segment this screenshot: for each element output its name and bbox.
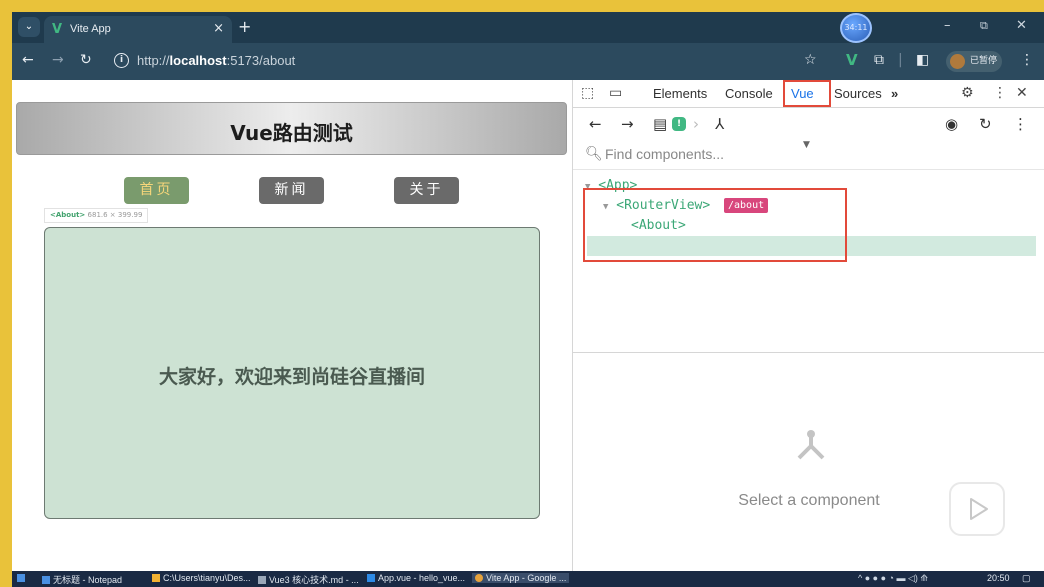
gear-icon[interactable]: ⚙ (961, 85, 974, 101)
taskbar-item-label: C:\Users\tianyu\Des... (163, 573, 251, 583)
windows-icon (17, 574, 25, 582)
vue-devtools-toolbar: ← → ▤ ! › ⅄ ◉ ↻ ⋮ (573, 108, 1044, 140)
taskbar-item-chrome[interactable]: Vite App - Google ... (472, 573, 570, 583)
title-bar: ⌄ V Vite App × + 34:11 – ⧉ ✕ (12, 12, 1044, 43)
tab-title: Vite App (70, 23, 111, 35)
taskbar-item-label: App.vue - hello_vue... (378, 573, 466, 583)
play-overlay-icon[interactable] (949, 482, 1005, 536)
start-button[interactable] (17, 573, 28, 583)
taskbar-item-label: Vite App - Google ... (486, 573, 567, 583)
back-icon[interactable]: ← (22, 52, 34, 68)
tab-close-icon[interactable]: × (213, 21, 224, 36)
component-tree-icon[interactable]: ⅄ (715, 115, 724, 133)
more-tabs-icon[interactable]: » (891, 86, 898, 101)
devtools-panel: ⬚ ▭ Elements Console Vue Sources » ⚙ ⋮ ✕… (572, 80, 1044, 571)
browser-toolbar: ← → ↻ i http://localhost:5173/about ☆ V … (12, 43, 1044, 80)
forward-icon[interactable]: → (621, 115, 634, 133)
taskbar-item-notepad[interactable]: 无标题 - Notepad (42, 573, 122, 586)
maximize-button[interactable]: ⧉ (980, 19, 988, 33)
close-window-button[interactable]: ✕ (1016, 18, 1027, 33)
search-icon: 🔍︎ (585, 146, 603, 162)
component-inspector-label: <About> 681.6 × 399.99 (44, 208, 149, 223)
tree-annotation-box (583, 188, 847, 262)
browser-window: ⌄ V Vite App × + 34:11 – ⧉ ✕ ← → ↻ i htt… (12, 12, 1044, 587)
components-view-icon[interactable]: ▤ (653, 115, 667, 133)
avatar (950, 54, 965, 69)
taskbar-item-markdown[interactable]: Vue3 核心技术.md - ... (258, 573, 359, 586)
about-message: 大家好，欢迎来到尚硅谷直播间 (158, 366, 425, 388)
about-view: 大家好，欢迎来到尚硅谷直播间 (44, 227, 540, 519)
info-icon[interactable]: i (114, 53, 129, 68)
url-prefix: http:// (137, 53, 170, 68)
chevron-right-icon: › (693, 115, 699, 133)
search-input[interactable] (605, 146, 905, 162)
menu-icon[interactable]: ⋮ (1020, 52, 1034, 68)
url-path: :5173/about (226, 53, 296, 68)
more-options-icon[interactable]: ⋮ (1013, 115, 1028, 133)
minimize-button[interactable]: – (944, 18, 951, 33)
os-taskbar: 无标题 - Notepad C:\Users\tianyu\Des... Vue… (12, 571, 1044, 587)
profile-label: 已暂停 (970, 56, 998, 66)
reload-icon[interactable]: ↻ (80, 52, 92, 68)
refresh-icon[interactable]: ↻ (979, 115, 992, 133)
device-toolbar-icon[interactable]: ▭ (609, 85, 622, 101)
tab-search-icon[interactable]: ⌄ (18, 17, 40, 37)
folder-icon (152, 574, 160, 582)
vue-tab-highlight (783, 80, 831, 107)
new-tab-button[interactable]: + (238, 17, 251, 36)
page-header: Vue路由测试 (16, 102, 567, 155)
back-icon[interactable]: ← (589, 115, 602, 133)
star-icon[interactable]: ☆ (804, 52, 817, 68)
pane-divider[interactable] (573, 352, 1044, 353)
component-label-size: 681.6 × 399.99 (87, 211, 143, 219)
notepad-icon (42, 576, 50, 584)
component-search: 🔍︎ ▼ (573, 140, 1044, 170)
profile-button[interactable]: 已暂停 (946, 51, 1002, 72)
tab-sources[interactable]: Sources (834, 86, 882, 101)
forward-icon[interactable]: → (52, 52, 64, 68)
chevron-down-icon[interactable]: ▼ (803, 140, 810, 150)
system-tray-icons[interactable]: ^ ● ● ● ◔ ▬ ◁) ⟰ (858, 573, 928, 584)
close-devtools-icon[interactable]: ✕ (1016, 85, 1028, 101)
component-label-name: <About> (50, 211, 86, 219)
nav-link-home[interactable]: 首页 (124, 177, 189, 204)
taskbar-item-label: Vue3 核心技术.md - ... (269, 575, 359, 585)
nav-link-news[interactable]: 新闻 (259, 177, 324, 204)
page-content: Vue路由测试 首页 新闻 关于 <About> 681.6 × 399.99 … (12, 80, 572, 571)
browser-tab[interactable]: V Vite App × (44, 16, 232, 43)
tab-elements[interactable]: Elements (653, 86, 707, 101)
component-tree-icon (797, 430, 825, 460)
devtools-menu-icon[interactable]: ⋮ (993, 85, 1007, 101)
chrome-icon (475, 574, 483, 582)
inspect-element-icon[interactable]: ⬚ (581, 85, 594, 101)
nav-link-about[interactable]: 关于 (394, 177, 459, 204)
target-select-icon[interactable]: ◉ (945, 115, 958, 133)
notification-icon[interactable]: ▢ (1022, 573, 1031, 584)
clock[interactable]: 20:50 (987, 573, 1010, 583)
tab-console[interactable]: Console (725, 86, 773, 101)
page-title: Vue路由测试 (230, 121, 353, 145)
sidepanel-icon[interactable]: ◧ (916, 52, 929, 68)
devtools-tab-bar: ⬚ ▭ Elements Console Vue Sources » ⚙ ⋮ ✕ (573, 80, 1044, 108)
document-icon (258, 576, 266, 584)
taskbar-item-explorer[interactable]: C:\Users\tianyu\Des... (152, 573, 251, 583)
recording-timer-badge: 34:11 (840, 13, 872, 43)
extensions-icon[interactable]: ⧉ (874, 52, 884, 68)
taskbar-item-vscode[interactable]: App.vue - hello_vue... (367, 573, 465, 583)
vue-status-icon: ! (672, 117, 686, 131)
vue-devtools-icon[interactable]: V (846, 51, 858, 69)
address-bar[interactable]: http://localhost:5173/about (137, 53, 295, 68)
taskbar-item-label: 无标题 - Notepad (53, 575, 123, 585)
vscode-icon (367, 574, 375, 582)
url-host: localhost (169, 53, 227, 68)
vite-favicon-icon: V (52, 22, 63, 37)
toolbar-divider: | (898, 52, 903, 68)
